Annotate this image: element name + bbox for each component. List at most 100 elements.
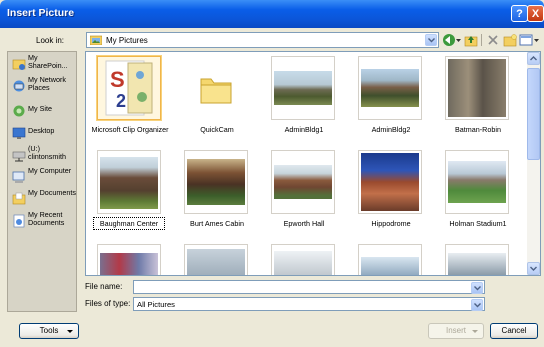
places-bar: My SharePoin... My Network Places My Sit… [7, 51, 77, 312]
file-item[interactable]: Epworth Hall [261, 150, 347, 240]
back-icon[interactable] [442, 33, 456, 47]
chevron-down-icon [472, 330, 478, 333]
photo-thumbnail [271, 150, 335, 214]
photo-thumbnail [358, 56, 422, 120]
chevron-up-icon [530, 56, 537, 61]
file-item[interactable]: S 2 Microsoft Clip Organizer [87, 56, 173, 146]
cancel-button[interactable]: Cancel [490, 323, 538, 339]
look-in-value: My Pictures [106, 36, 148, 45]
scroll-up-button[interactable] [527, 52, 540, 65]
photo-thumbnail [358, 150, 422, 214]
desktop-icon [12, 127, 26, 139]
tools-button[interactable]: Tools [19, 323, 79, 339]
my-site-icon [13, 105, 25, 117]
file-item[interactable]: Hippodrome [348, 150, 434, 240]
network-drive-icon [12, 151, 26, 162]
back-dropdown-icon[interactable] [455, 33, 462, 47]
delete-icon[interactable] [486, 33, 500, 47]
sharepoint-icon [12, 59, 26, 70]
photo-thumbnail [445, 244, 509, 275]
place-my-recent-documents[interactable]: My Recent Documents [10, 211, 74, 239]
photo-thumbnail [97, 244, 161, 275]
toolbar-separator [481, 34, 482, 46]
file-item[interactable]: Burt Ames Cabin [174, 150, 260, 240]
file-name-label: Epworth Hall [283, 219, 325, 228]
look-in-dropdown[interactable]: My Pictures [86, 32, 439, 48]
my-pictures-icon [90, 35, 102, 45]
window-title: Insert Picture [7, 7, 75, 19]
file-item[interactable] [348, 244, 434, 275]
photo-thumbnail [271, 244, 335, 275]
file-name-label: Hippodrome [371, 219, 411, 228]
scroll-thumb[interactable] [527, 68, 540, 160]
files-of-type-dropdown[interactable]: All Pictures [133, 297, 485, 311]
chevron-down-icon [530, 266, 537, 271]
place-label: (U:) clintonsmith [28, 144, 66, 161]
title-bar[interactable]: Insert Picture ? X [0, 0, 544, 28]
file-item[interactable]: Batman-Robin [435, 56, 521, 146]
chevron-down-icon[interactable] [471, 282, 483, 294]
file-item[interactable]: AdminBldg2 [348, 56, 434, 146]
clip-organizer-thumbnail: S 2 [97, 56, 161, 120]
up-one-level-icon[interactable] [464, 33, 478, 47]
photo-thumbnail [97, 150, 161, 214]
place-label: My Network Places [28, 75, 66, 92]
insert-button-label: Insert [445, 326, 466, 335]
documents-icon [12, 192, 26, 205]
look-in-label: Look in: [36, 36, 65, 45]
photo-thumbnail [271, 56, 335, 120]
cancel-button-label: Cancel [501, 326, 527, 335]
chevron-down-icon [67, 330, 73, 333]
photo-thumbnail [445, 56, 509, 120]
file-name-label: Baughman Center [93, 217, 165, 230]
file-item[interactable]: AdminBldg1 [261, 56, 347, 146]
chevron-down-icon[interactable] [425, 34, 437, 46]
dialog-toolbar [442, 32, 540, 48]
file-name-label: Batman-Robin [455, 125, 501, 134]
svg-text:S: S [110, 67, 125, 92]
file-name-label: AdminBldg1 [284, 125, 324, 134]
place-label: My SharePoin... [28, 53, 68, 70]
photo-thumbnail [358, 244, 422, 275]
place-my-network-places[interactable]: My Network Places [10, 76, 74, 104]
file-name-label: Burt Ames Cabin [190, 219, 244, 228]
file-name-label: QuickCam [200, 125, 234, 134]
file-item[interactable] [435, 244, 521, 275]
photo-thumbnail [184, 244, 248, 275]
file-item[interactable] [261, 244, 347, 275]
place-label: My Computer [28, 166, 72, 175]
close-button[interactable]: X [527, 5, 544, 22]
help-button[interactable]: ? [511, 5, 528, 22]
place-label: My Documents [28, 188, 76, 197]
files-of-type-value: All Pictures [137, 300, 175, 309]
place-label: My Site [28, 104, 52, 113]
file-name-input[interactable] [133, 280, 485, 294]
network-places-icon [13, 80, 25, 92]
recent-documents-icon [13, 214, 25, 228]
insert-button[interactable]: Insert [428, 323, 484, 339]
tools-button-label: Tools [39, 326, 59, 335]
file-name-label: AdminBldg2 [371, 125, 411, 134]
svg-text:2: 2 [116, 91, 126, 111]
views-icon[interactable] [519, 33, 533, 47]
scroll-down-button[interactable] [527, 262, 540, 275]
file-name-label: File name: [85, 282, 123, 291]
file-name-label: Holman Stadium1 [449, 219, 507, 228]
file-item[interactable] [174, 244, 260, 275]
folder-icon [184, 56, 248, 120]
computer-icon [12, 171, 25, 183]
place-label: Desktop [28, 126, 55, 135]
vertical-scrollbar[interactable] [527, 52, 540, 275]
photo-thumbnail [184, 150, 248, 214]
place-label: My Recent Documents [28, 210, 65, 227]
files-of-type-label: Files of type: [85, 299, 131, 308]
file-item[interactable]: Baughman Center [87, 150, 173, 240]
file-list-view[interactable]: S 2 Microsoft Clip Organizer QuickCam Ad… [85, 51, 541, 276]
file-item[interactable]: QuickCam [174, 56, 260, 146]
file-item[interactable] [87, 244, 173, 275]
new-folder-icon[interactable] [503, 33, 517, 47]
views-dropdown-icon[interactable] [533, 33, 540, 47]
file-item[interactable]: Holman Stadium1 [435, 150, 521, 240]
chevron-down-icon[interactable] [471, 299, 483, 311]
file-name-label: Microsoft Clip Organizer [91, 125, 169, 134]
